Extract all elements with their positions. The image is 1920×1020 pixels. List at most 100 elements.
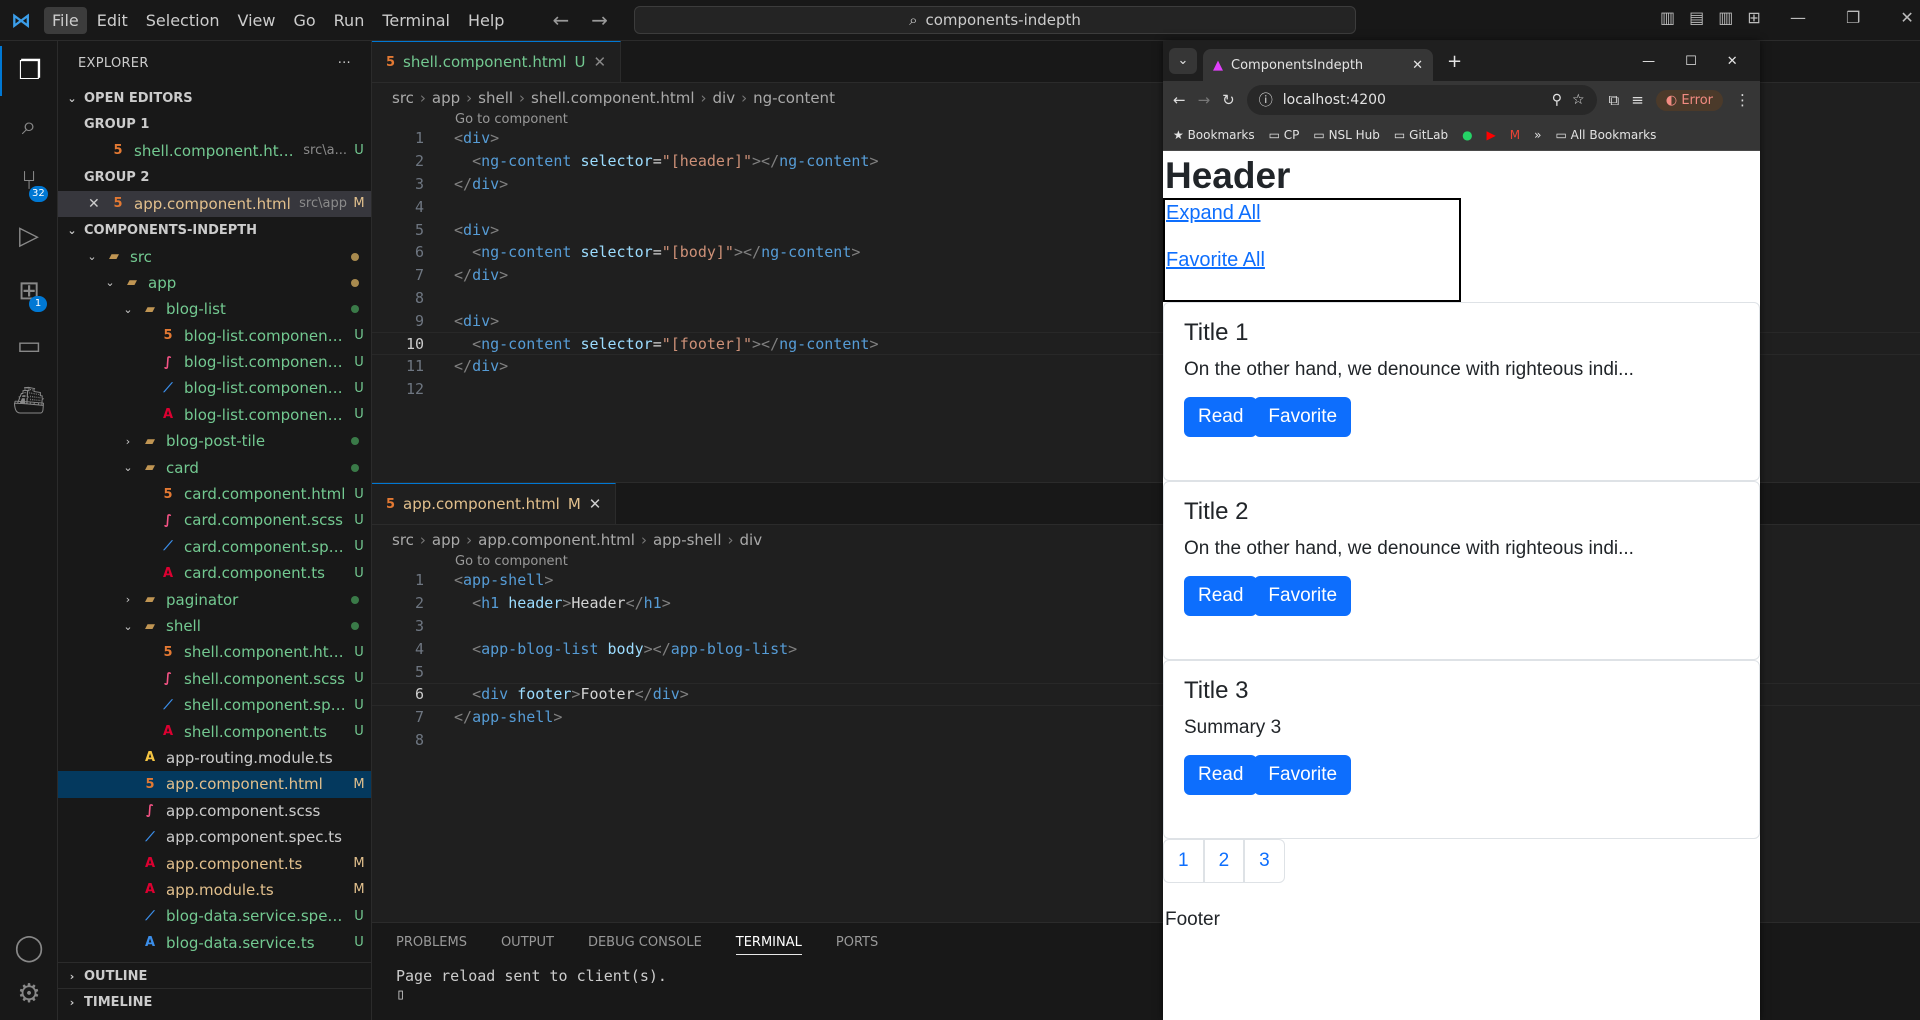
- more-actions-icon[interactable]: ···: [338, 56, 351, 71]
- panel-tab-debug-console[interactable]: DEBUG CONSOLE: [588, 935, 702, 955]
- file-blog-list-component-scss[interactable]: ∫ blog-list.component.scss U: [58, 349, 371, 375]
- toggle-sidebar-icon[interactable]: ▥: [1660, 8, 1675, 27]
- menu-terminal[interactable]: Terminal: [374, 7, 458, 34]
- folder-paginator[interactable]: › ▰ paginator: [58, 586, 371, 612]
- file-card-component-html[interactable]: 5 card.component.html U: [58, 481, 371, 507]
- remote-explorer-icon[interactable]: ▭: [0, 321, 58, 371]
- outline-section[interactable]: › OUTLINE: [58, 962, 372, 989]
- page-link-3[interactable]: 3: [1244, 839, 1285, 883]
- browser-menu-icon[interactable]: ⋮: [1735, 91, 1750, 109]
- file-app-component-scss[interactable]: ∫ app.component.scss: [58, 798, 371, 824]
- file-blog-data-service-ts[interactable]: Ablog-data.service.ts U: [58, 930, 371, 956]
- tab-app-component-html[interactable]: 5 app.component.html M ✕: [372, 483, 617, 524]
- whatsapp-icon[interactable]: ●: [1462, 128, 1472, 142]
- breadcrumb-item[interactable]: ng-content: [753, 89, 835, 107]
- menu-selection[interactable]: Selection: [138, 7, 228, 34]
- panel-tab-ports[interactable]: PORTS: [836, 935, 878, 955]
- menu-help[interactable]: Help: [460, 7, 512, 34]
- breadcrumb-item[interactable]: src: [392, 89, 414, 107]
- file-app-module-ts[interactable]: Aapp.module.ts M: [58, 877, 371, 903]
- breadcrumb-item[interactable]: div: [740, 531, 763, 549]
- address-bar[interactable]: ⓘ localhost:4200 ⚲ ☆: [1246, 85, 1597, 115]
- file-blog-data-service-spec-ts[interactable]: ⟋ blog-data.service.spec.ts U: [58, 903, 371, 929]
- page-link-1[interactable]: 1: [1163, 839, 1204, 883]
- gmail-icon[interactable]: M: [1510, 128, 1520, 142]
- site-info-icon[interactable]: ⓘ: [1259, 90, 1273, 110]
- toggle-secondary-sidebar-icon[interactable]: ▥: [1718, 8, 1733, 27]
- favorite-all-link[interactable]: Favorite All: [1166, 249, 1459, 272]
- menu-go[interactable]: Go: [285, 7, 323, 34]
- panel-tab-terminal[interactable]: TERMINAL: [735, 935, 802, 955]
- explorer-icon[interactable]: ❐: [0, 46, 58, 96]
- read-button[interactable]: Read: [1184, 755, 1258, 795]
- breadcrumb-item[interactable]: app.component.html: [478, 531, 635, 549]
- panel-tab-problems[interactable]: PROBLEMS: [396, 935, 467, 955]
- docker-icon[interactable]: ⛴: [0, 376, 58, 426]
- toggle-panel-icon[interactable]: ▤: [1689, 8, 1704, 27]
- timeline-section[interactable]: › TIMELINE: [58, 988, 372, 1015]
- page-link-2[interactable]: 2: [1203, 839, 1245, 883]
- minimize-icon[interactable]: —: [1790, 8, 1806, 27]
- bookmark-item[interactable]: ▭ GitLab: [1394, 128, 1448, 142]
- open-editors-section[interactable]: ⌄ OPEN EDITORS: [58, 85, 371, 111]
- run-debug-icon[interactable]: ▷: [0, 211, 58, 261]
- search-icon[interactable]: ⌕: [0, 101, 58, 151]
- expand-all-link[interactable]: Expand All: [1166, 202, 1459, 225]
- breadcrumb-item[interactable]: shell: [478, 89, 513, 107]
- zoom-icon[interactable]: ⚲: [1552, 92, 1562, 108]
- forward-icon[interactable]: →: [1198, 91, 1211, 109]
- tab-shell-component-html[interactable]: 5 shell.component.html U ✕: [372, 41, 622, 82]
- bookmark-star-icon[interactable]: ☆: [1572, 92, 1585, 108]
- menu-view[interactable]: View: [230, 7, 284, 34]
- close-tab-icon[interactable]: ✕: [593, 53, 606, 71]
- close-tab-icon[interactable]: ✕: [589, 495, 602, 513]
- file-app-component-ts[interactable]: Aapp.component.ts M: [58, 850, 371, 876]
- breadcrumb-item[interactable]: app: [432, 89, 460, 107]
- open-editor-app-html[interactable]: ✕ 5 app.component.html src\app M: [58, 190, 371, 217]
- close-icon[interactable]: ✕: [1900, 8, 1913, 27]
- file-app-routing-module-ts[interactable]: Aapp-routing.module.ts: [58, 745, 371, 771]
- menu-file[interactable]: File: [44, 6, 87, 34]
- file-shell-component-ts[interactable]: Ashell.component.ts U: [58, 718, 371, 744]
- folder-app[interactable]: ⌄ ▰ app: [58, 270, 371, 296]
- command-center-search[interactable]: ⌕ components-indepth: [634, 6, 1356, 34]
- file-shell-component-scss[interactable]: ∫ shell.component.scss U: [58, 666, 371, 692]
- bookmark-item[interactable]: ▭ NSL Hub: [1313, 128, 1380, 142]
- file-blog-list-component-ts[interactable]: Ablog-list.component.ts U: [58, 402, 371, 428]
- bookmark-item[interactable]: ★ Bookmarks: [1173, 128, 1255, 142]
- breadcrumb-item[interactable]: app-shell: [653, 531, 722, 549]
- folder-card[interactable]: ⌄ ▰ card: [58, 454, 371, 480]
- close-editor-icon[interactable]: ✕: [88, 196, 108, 212]
- open-editor-shell-html[interactable]: 5 shell.component.html src\a... U: [58, 138, 371, 164]
- panel-tab-output[interactable]: OUTPUT: [501, 935, 554, 955]
- file-card-component-spec-ts[interactable]: ⟋ card.component.spec.ts U: [58, 534, 371, 560]
- close-tab-icon[interactable]: ✕: [1412, 58, 1423, 73]
- accounts-icon[interactable]: ◯: [0, 923, 58, 973]
- extensions-icon[interactable]: ⊞ 1: [0, 266, 58, 316]
- breadcrumb-item[interactable]: shell.component.html: [531, 89, 694, 107]
- forward-arrow-icon[interactable]: →: [591, 8, 608, 32]
- new-tab-icon[interactable]: +: [1447, 51, 1462, 72]
- browser-tab[interactable]: ▲ ComponentsIndepth ✕: [1203, 49, 1433, 81]
- close-window-icon[interactable]: ✕: [1727, 54, 1738, 69]
- file-card-component-ts[interactable]: Acard.component.ts U: [58, 560, 371, 586]
- customize-layout-icon[interactable]: ⊞: [1747, 8, 1760, 27]
- file-blog-list-component-spe-[interactable]: ⟋ blog-list.component.spe... U: [58, 375, 371, 401]
- maximize-icon[interactable]: ☐: [1685, 54, 1697, 69]
- profile-error-button[interactable]: ◐ Error: [1655, 89, 1723, 111]
- media-icon[interactable]: ≡: [1631, 91, 1644, 109]
- minimize-icon[interactable]: —: [1642, 54, 1655, 69]
- folder-shell[interactable]: ⌄ ▰ shell: [58, 613, 371, 639]
- folder-src[interactable]: ⌄ ▰ src: [58, 243, 371, 269]
- file-app-component-spec-ts[interactable]: ⟋ app.component.spec.ts: [58, 824, 371, 850]
- file-shell-component-html[interactable]: 5 shell.component.html U: [58, 639, 371, 665]
- back-icon[interactable]: ←: [1173, 91, 1186, 109]
- project-section[interactable]: ⌄ COMPONENTS-INDEPTH: [58, 217, 371, 243]
- reload-icon[interactable]: ↻: [1222, 91, 1235, 109]
- menu-run[interactable]: Run: [326, 7, 373, 34]
- restore-icon[interactable]: ❐: [1846, 8, 1860, 27]
- file-blog-list-component-html[interactable]: 5 blog-list.component.html U: [58, 323, 371, 349]
- menu-edit[interactable]: Edit: [89, 7, 136, 34]
- file-shell-component-spec-ts[interactable]: ⟋ shell.component.spec.ts U: [58, 692, 371, 718]
- extensions-puzzle-icon[interactable]: ⧉: [1609, 91, 1620, 109]
